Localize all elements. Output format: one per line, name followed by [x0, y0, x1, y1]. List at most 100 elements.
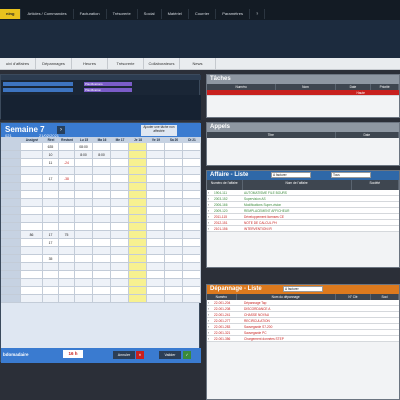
week-cell[interactable] [183, 215, 201, 222]
week-cell[interactable] [147, 183, 165, 190]
week-cell[interactable] [75, 223, 93, 230]
column-header[interactable]: Nom de l'affaire [243, 180, 352, 190]
week-row[interactable] [1, 191, 201, 199]
week-cell[interactable] [111, 167, 129, 174]
week-cell[interactable]: 8:00 [93, 151, 111, 158]
week-cell[interactable] [21, 215, 43, 222]
week-cell[interactable] [147, 159, 165, 166]
week-cell[interactable] [165, 287, 183, 294]
week-cell[interactable] [111, 175, 129, 182]
week-cell[interactable] [147, 263, 165, 270]
week-cell[interactable] [129, 247, 147, 254]
week-cell[interactable] [43, 183, 59, 190]
week-cell[interactable] [111, 279, 129, 286]
week-row[interactable] [1, 183, 201, 191]
week-cell[interactable] [21, 207, 43, 214]
week-row[interactable] [1, 263, 201, 271]
week-cell[interactable] [183, 239, 201, 246]
week-cell[interactable] [183, 159, 201, 166]
week-cell[interactable] [183, 191, 201, 198]
week-cell[interactable] [183, 271, 201, 278]
check-icon[interactable]: ✓ [183, 351, 191, 359]
week-cell[interactable] [165, 223, 183, 230]
week-cell[interactable] [75, 215, 93, 222]
week-cell[interactable] [165, 295, 183, 302]
week-cell[interactable] [147, 239, 165, 246]
week-cell[interactable] [59, 247, 75, 254]
week-cell[interactable] [147, 247, 165, 254]
week-cell[interactable] [147, 231, 165, 238]
week-row[interactable] [1, 215, 201, 223]
depannage-filter-select[interactable]: A facturer [283, 286, 323, 292]
week-cell[interactable] [147, 287, 165, 294]
tab-item[interactable]: News [180, 58, 216, 69]
week-cell[interactable] [129, 167, 147, 174]
week-cell[interactable] [75, 247, 93, 254]
week-cell[interactable] [21, 223, 43, 230]
column-header[interactable]: Société [352, 180, 400, 190]
week-row[interactable]: 17 [1, 239, 201, 247]
column-header[interactable]: Date [336, 132, 399, 138]
week-cell[interactable] [147, 151, 165, 158]
week-cell[interactable]: 75 [59, 231, 75, 238]
week-cell[interactable] [183, 183, 201, 190]
table-row[interactable]: › 2101-156 INTERVENTION IR [207, 226, 399, 232]
week-cell[interactable] [183, 207, 201, 214]
week-cell[interactable] [111, 287, 129, 294]
week-cell[interactable] [165, 263, 183, 270]
week-cell[interactable] [75, 239, 93, 246]
tab-item[interactable]: Trésorerie [108, 58, 144, 69]
week-cell[interactable] [129, 143, 147, 150]
week-cell[interactable] [183, 167, 201, 174]
week-cell[interactable] [21, 295, 43, 302]
week-cell[interactable] [111, 239, 129, 246]
week-cell[interactable] [165, 279, 183, 286]
week-cell[interactable] [59, 263, 75, 270]
week-cell[interactable] [21, 183, 43, 190]
week-cell[interactable] [129, 183, 147, 190]
week-cell[interactable] [183, 255, 201, 262]
week-cell[interactable] [93, 143, 111, 150]
week-cell[interactable] [21, 247, 43, 254]
week-cell[interactable] [75, 255, 93, 262]
week-cell[interactable]: 17 [43, 239, 59, 246]
menu-item[interactable]: Trésorerie [107, 9, 138, 19]
week-cell[interactable]: 35 [43, 255, 59, 262]
week-cell[interactable] [183, 175, 201, 182]
week-cell[interactable] [59, 167, 75, 174]
week-cell[interactable] [93, 255, 111, 262]
tab-item[interactable]: Dépannages [36, 58, 72, 69]
week-cell[interactable] [93, 199, 111, 206]
week-cell[interactable]: -24 [59, 159, 75, 166]
week-row[interactable]: 635 08:00 [1, 143, 201, 151]
tab-item[interactable]: uivi d'affaires [0, 58, 36, 69]
menu-item[interactable]: Social [138, 9, 162, 19]
week-cell[interactable] [111, 159, 129, 166]
week-cell[interactable] [147, 295, 165, 302]
column-header[interactable]: Titre [207, 132, 336, 138]
week-cell[interactable] [59, 295, 75, 302]
week-cell[interactable]: 86 [21, 231, 43, 238]
valider-button[interactable]: Valider [159, 351, 181, 359]
add-task-button[interactable]: Ajouter une tâche non affectée [141, 125, 177, 136]
week-cell[interactable] [59, 239, 75, 246]
week-cell[interactable] [111, 263, 129, 270]
week-cell[interactable] [59, 199, 75, 206]
week-cell[interactable] [183, 263, 201, 270]
week-cell[interactable] [129, 271, 147, 278]
week-cell[interactable] [183, 279, 201, 286]
week-cell[interactable] [111, 207, 129, 214]
week-cell[interactable] [165, 175, 183, 182]
table-row[interactable]: › 22-001-356 Chargement données STEP [207, 336, 399, 342]
week-cell[interactable] [75, 295, 93, 302]
week-cell[interactable]: 17 [43, 231, 59, 238]
week-row[interactable] [1, 287, 201, 295]
week-cell[interactable] [147, 271, 165, 278]
week-cell[interactable] [21, 263, 43, 270]
week-cell[interactable] [59, 151, 75, 158]
week-cell[interactable] [21, 279, 43, 286]
week-cell[interactable] [43, 207, 59, 214]
week-cell[interactable]: 08:00 [75, 143, 93, 150]
week-cell[interactable] [93, 215, 111, 222]
week-cell[interactable] [147, 167, 165, 174]
